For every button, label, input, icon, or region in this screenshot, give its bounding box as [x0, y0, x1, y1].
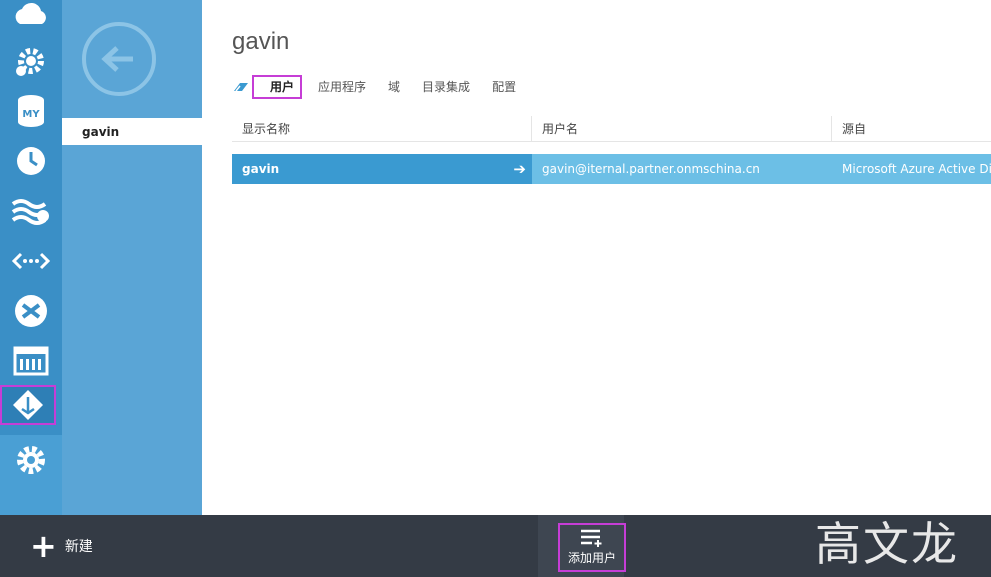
dashboard-icon[interactable] — [0, 336, 62, 386]
subnav-item-gavin[interactable]: gavin — [62, 118, 202, 145]
tab-applications[interactable]: 应用程序 — [318, 75, 366, 99]
new-button[interactable]: + 新建 — [30, 527, 93, 565]
username-cell: gavin@iternal.partner.onmschina.cn — [532, 154, 832, 184]
mysql-icon[interactable]: MY — [0, 86, 62, 136]
plus-icon: + — [30, 527, 57, 565]
tab-directory-integration[interactable]: 目录集成 — [422, 75, 470, 99]
source-cell: Microsoft Azure Active Dire — [832, 154, 991, 184]
column-header-source[interactable]: 源自 — [832, 116, 991, 141]
hdinsight-icon[interactable] — [0, 186, 62, 236]
table-header: 显示名称 用户名 源自 — [232, 116, 991, 142]
directory-tab-icon — [232, 80, 250, 94]
scheduler-icon[interactable] — [0, 136, 62, 186]
table-row[interactable]: gavin ➔ gavin@iternal.partner.onmschina.… — [232, 154, 991, 184]
cloud-icon[interactable] — [0, 0, 62, 38]
tab-bar: 用户 应用程序 域 目录集成 配置 — [232, 74, 538, 100]
active-directory-icon[interactable] — [0, 385, 56, 425]
page-title: gavin — [232, 28, 290, 55]
arrow-right-icon[interactable]: ➔ — [513, 154, 526, 184]
cloud-services-icon[interactable] — [0, 36, 62, 86]
arrow-left-icon — [101, 46, 133, 72]
tab-configure[interactable]: 配置 — [492, 75, 516, 99]
add-user-button[interactable]: 添加用户 — [558, 523, 626, 572]
display-name-text: gavin — [242, 162, 280, 176]
settings-icon[interactable] — [0, 435, 62, 485]
secondary-nav: gavin — [62, 0, 202, 515]
svg-text:MY: MY — [22, 109, 40, 120]
watermark-text: 高文龙 — [815, 517, 959, 571]
api-management-icon[interactable] — [0, 236, 62, 286]
back-button[interactable] — [82, 22, 156, 96]
add-user-label: 添加用户 — [567, 551, 616, 565]
column-header-username[interactable]: 用户名 — [532, 116, 832, 141]
main-content: gavin 用户 应用程序 域 目录集成 配置 显示名称 用户名 源自 gavi… — [202, 0, 991, 515]
rail-bottom-area — [0, 435, 62, 515]
visual-studio-icon[interactable] — [0, 286, 62, 336]
display-name-cell[interactable]: gavin ➔ — [232, 154, 532, 184]
tab-users[interactable]: 用户 — [252, 75, 303, 99]
add-user-icon — [581, 529, 602, 547]
tab-domains[interactable]: 域 — [388, 75, 400, 99]
column-header-display-name[interactable]: 显示名称 — [232, 116, 532, 141]
new-button-label: 新建 — [64, 539, 93, 555]
